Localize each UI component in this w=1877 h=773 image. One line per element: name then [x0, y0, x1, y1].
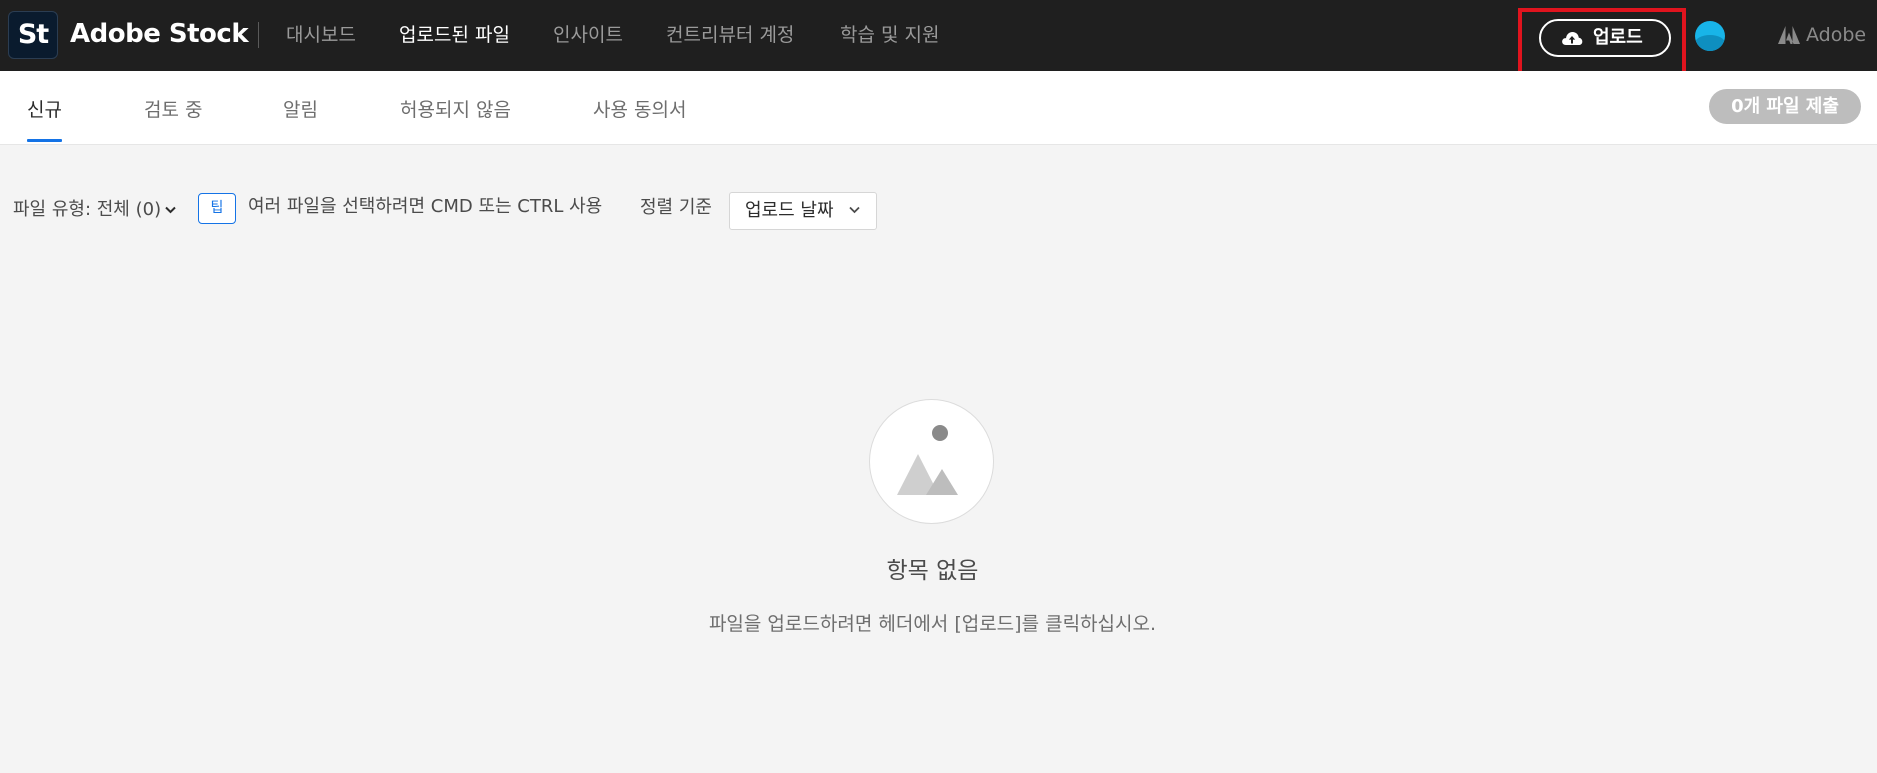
nav-uploaded-files[interactable]: 업로드된 파일: [399, 22, 510, 48]
empty-state-description: 파일을 업로드하려면 헤더에서 [업로드]를 클릭하십시오.: [708, 613, 1157, 635]
nav-dashboard[interactable]: 대시보드: [286, 22, 356, 48]
brand-name[interactable]: Adobe Stock: [70, 17, 249, 51]
tip-badge: 팁: [198, 193, 236, 224]
tab-notifications[interactable]: 알림: [283, 97, 318, 123]
adobe-logo-text: Adobe: [1806, 24, 1867, 46]
cloud-upload-icon: [1562, 32, 1583, 45]
adobe-mark-icon: [1778, 26, 1800, 44]
nav-contributor-account[interactable]: 컨트리뷰터 계정: [666, 22, 794, 48]
upload-button[interactable]: 업로드: [1539, 19, 1671, 57]
status-tabs: 신규 검토 중 알림 허용되지 않음 사용 동의서: [0, 71, 1877, 145]
adobe-stock-logo[interactable]: St: [8, 11, 58, 59]
image-placeholder-icon: [897, 425, 958, 495]
empty-state-title: 항목 없음: [886, 558, 979, 584]
top-header: St Adobe Stock 대시보드 업로드된 파일 인사이트 컨트리뷰터 계…: [0, 0, 1877, 83]
chevron-down-icon: [849, 206, 860, 214]
sort-dropdown-value: 업로드 날짜: [745, 200, 834, 221]
tab-not-accepted[interactable]: 허용되지 않음: [400, 97, 511, 123]
header-divider: [258, 22, 259, 48]
upload-button-label: 업로드: [1593, 27, 1643, 48]
tab-new[interactable]: 신규: [27, 97, 62, 123]
active-tab-indicator: [27, 139, 62, 142]
sort-label: 정렬 기준: [640, 197, 712, 218]
tab-releases[interactable]: 사용 동의서: [593, 97, 686, 123]
chevron-down-icon: [165, 206, 176, 214]
tab-in-review[interactable]: 검토 중: [144, 97, 202, 123]
empty-state-illustration: [869, 399, 994, 524]
file-type-filter-label: 파일 유형: 전체 (0): [13, 199, 162, 220]
submit-files-button[interactable]: 0개 파일 제출: [1709, 89, 1861, 124]
sort-dropdown[interactable]: 업로드 날짜: [729, 192, 877, 230]
user-avatar[interactable]: [1695, 21, 1725, 51]
avatar-wave: [1695, 35, 1725, 51]
nav-learn-support[interactable]: 학습 및 지원: [840, 22, 939, 48]
nav-insights[interactable]: 인사이트: [553, 22, 623, 48]
adobe-logo[interactable]: Adobe: [1778, 22, 1866, 48]
file-type-filter[interactable]: 파일 유형: 전체 (0): [13, 198, 176, 222]
tip-text: 여러 파일을 선택하려면 CMD 또는 CTRL 사용: [248, 196, 603, 217]
